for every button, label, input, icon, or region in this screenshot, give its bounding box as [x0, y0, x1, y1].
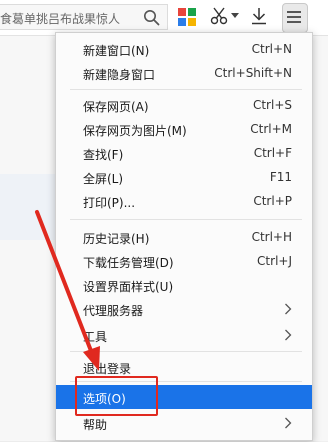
annotation-highlight-box [75, 376, 158, 416]
annotation-arrow [35, 210, 100, 371]
